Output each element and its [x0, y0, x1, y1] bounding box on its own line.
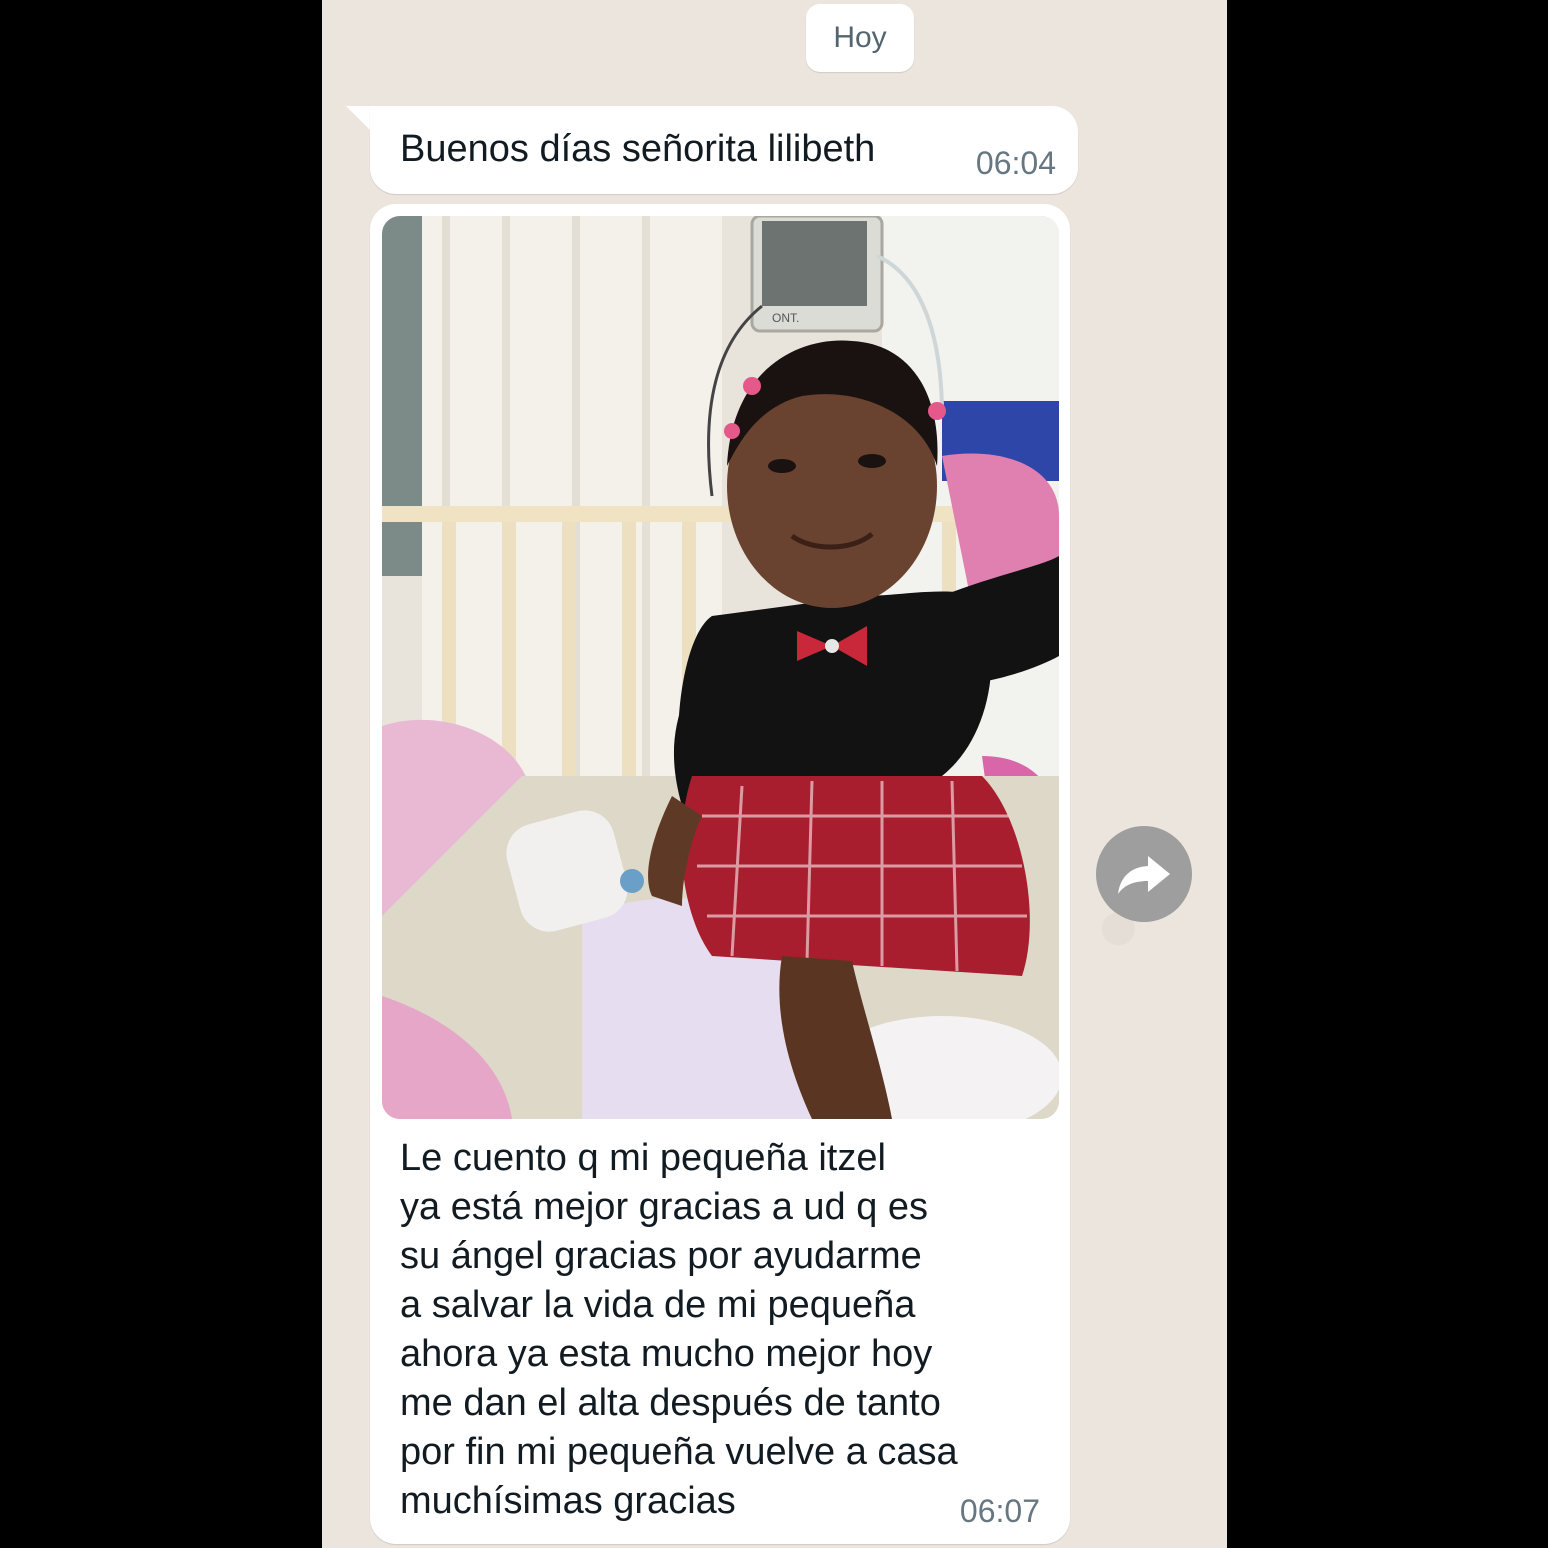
incoming-image-message[interactable]: ONT. Le cuento q mi pequeña itzel ya est…	[370, 204, 1070, 1544]
message-caption: Le cuento q mi pequeña itzel ya está mej…	[400, 1137, 958, 1522]
date-chip: Hoy	[806, 4, 914, 72]
incoming-message[interactable]: Buenos días señorita lilibeth 06:04	[370, 106, 1078, 194]
chat-background: Hoy Buenos días señorita lilibeth 06:04	[322, 0, 1227, 1548]
message-text: Buenos días señorita lilibeth	[400, 128, 876, 170]
forward-arrow-icon	[1118, 856, 1170, 894]
message-photo[interactable]: ONT.	[382, 216, 1059, 1119]
message-time: 06:04	[975, 145, 1056, 181]
forward-button[interactable]	[1096, 826, 1192, 922]
message-time: 06:07	[959, 1493, 1040, 1529]
bubble-tail	[346, 106, 372, 132]
baby-photo-image: ONT.	[382, 216, 1059, 1119]
monitor-label: ONT.	[772, 311, 799, 325]
